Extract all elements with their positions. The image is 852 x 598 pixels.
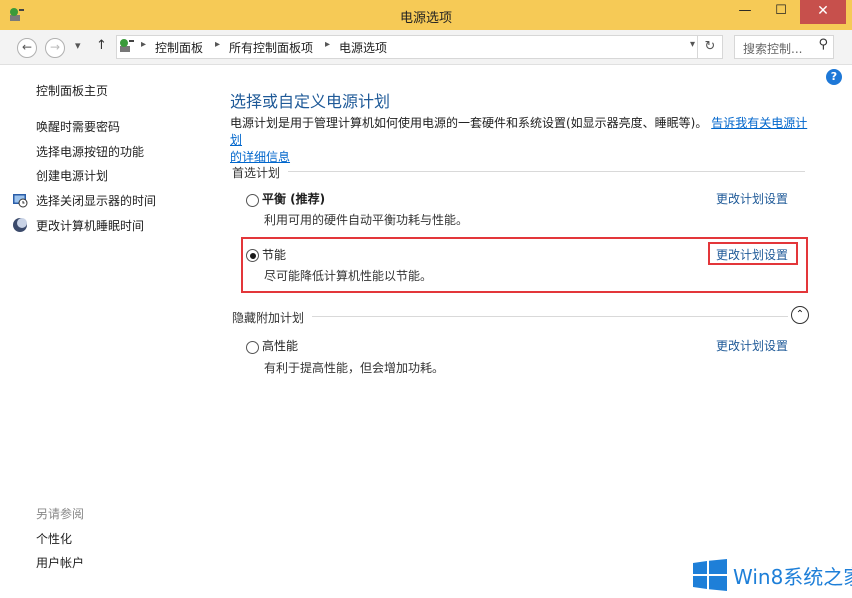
monitor-clock-icon (13, 194, 28, 208)
plan-balanced-name[interactable]: 平衡 (推荐) (262, 190, 325, 207)
refresh-button[interactable]: ↻ (697, 36, 722, 58)
control-panel-icon (120, 39, 134, 52)
plan-power-saver-radio[interactable] (246, 249, 259, 262)
window-title: 电源选项 (399, 11, 452, 26)
minimize-button[interactable]: — (727, 0, 763, 24)
address-bar[interactable]: ▸ 控制面板 ▸ 所有控制面板项 ▸ 电源选项 ▾ ↻ (116, 35, 723, 59)
breadcrumb-all-items[interactable]: 所有控制面板项 (229, 39, 313, 56)
plan-balanced-description: 利用可用的硬件自动平衡功耗与性能。 (264, 213, 469, 227)
sidebar-item-create-plan[interactable]: 创建电源计划 (36, 167, 108, 184)
divider (288, 171, 805, 172)
up-button[interactable]: ↑ (96, 38, 107, 53)
plan-high-performance-change-settings-link[interactable]: 更改计划设置 (716, 337, 788, 354)
sidebar-item-home[interactable]: 控制面板主页 (36, 82, 108, 99)
see-also-user-accounts[interactable]: 用户帐户 (36, 554, 84, 571)
plan-power-saver-description: 尽可能降低计算机性能以节能。 (264, 269, 433, 283)
breadcrumb-separator-icon: ▸ (141, 39, 147, 50)
preferred-plans-header: 首选计划 (232, 166, 281, 180)
moon-icon (13, 218, 27, 232)
search-box[interactable]: 搜索控制... ⚲ (734, 35, 834, 59)
back-button[interactable]: ← (17, 38, 37, 58)
help-icon[interactable]: ? (826, 69, 842, 85)
address-dropdown-icon[interactable]: ▾ (690, 39, 695, 50)
plan-balanced-change-settings-link[interactable]: 更改计划设置 (716, 190, 788, 207)
plan-power-saver-name[interactable]: 节能 (262, 246, 286, 263)
search-icon[interactable]: ⚲ (818, 37, 828, 52)
sidebar-item-power-buttons[interactable]: 选择电源按钮的功能 (36, 143, 144, 160)
collapse-chevron-up-icon[interactable]: ⌃ (791, 306, 809, 324)
breadcrumb-separator-icon: ▸ (325, 39, 331, 50)
page-title: 选择或自定义电源计划 (230, 92, 391, 111)
watermark-text: Win8系统之家 (733, 565, 852, 589)
learn-more-link-continued[interactable]: 的详细信息 (230, 150, 290, 164)
close-button[interactable]: ✕ (800, 0, 846, 24)
description-text: 电源计划是用于管理计算机如何使用电源的一套硬件和系统设置(如显示器亮度、睡眠等)… (230, 116, 708, 130)
see-also-personalization[interactable]: 个性化 (36, 530, 72, 547)
sidebar-item-sleep-time[interactable]: 更改计算机睡眠时间 (36, 217, 144, 234)
search-placeholder: 搜索控制... (743, 42, 803, 56)
maximize-button[interactable]: ☐ (763, 0, 799, 24)
see-also-heading: 另请参阅 (36, 507, 85, 521)
title-bar: 电源选项 — ☐ ✕ (0, 0, 852, 30)
navigation-bar: ← → ▾ ↑ ▸ 控制面板 ▸ 所有控制面板项 ▸ 电源选项 ▾ ↻ 搜索控制… (0, 30, 852, 65)
windows-logo-icon (693, 559, 727, 591)
page-description: 电源计划是用于管理计算机如何使用电源的一套硬件和系统设置(如显示器亮度、睡眠等)… (230, 115, 810, 166)
plan-balanced-radio[interactable] (246, 194, 259, 207)
plan-power-saver-change-settings-link[interactable]: 更改计划设置 (716, 246, 788, 263)
forward-button[interactable]: → (45, 38, 65, 58)
breadcrumb-separator-icon: ▸ (215, 39, 221, 50)
sidebar-item-display-off[interactable]: 选择关闭显示器的时间 (36, 192, 156, 209)
plan-high-performance-radio[interactable] (246, 341, 259, 354)
breadcrumb-power-options[interactable]: 电源选项 (339, 39, 387, 56)
sidebar-item-wake-password[interactable]: 唤醒时需要密码 (36, 118, 120, 135)
breadcrumb-control-panel[interactable]: 控制面板 (155, 39, 203, 56)
watermark: Win8系统之家 (689, 555, 852, 598)
divider (312, 316, 788, 317)
plan-high-performance-description: 有利于提高性能，但会增加功耗。 (264, 361, 445, 375)
plan-high-performance-name[interactable]: 高性能 (262, 337, 298, 354)
hidden-plans-header: 隐藏附加计划 (232, 311, 305, 325)
recent-pages-button[interactable]: ▾ (75, 39, 81, 52)
